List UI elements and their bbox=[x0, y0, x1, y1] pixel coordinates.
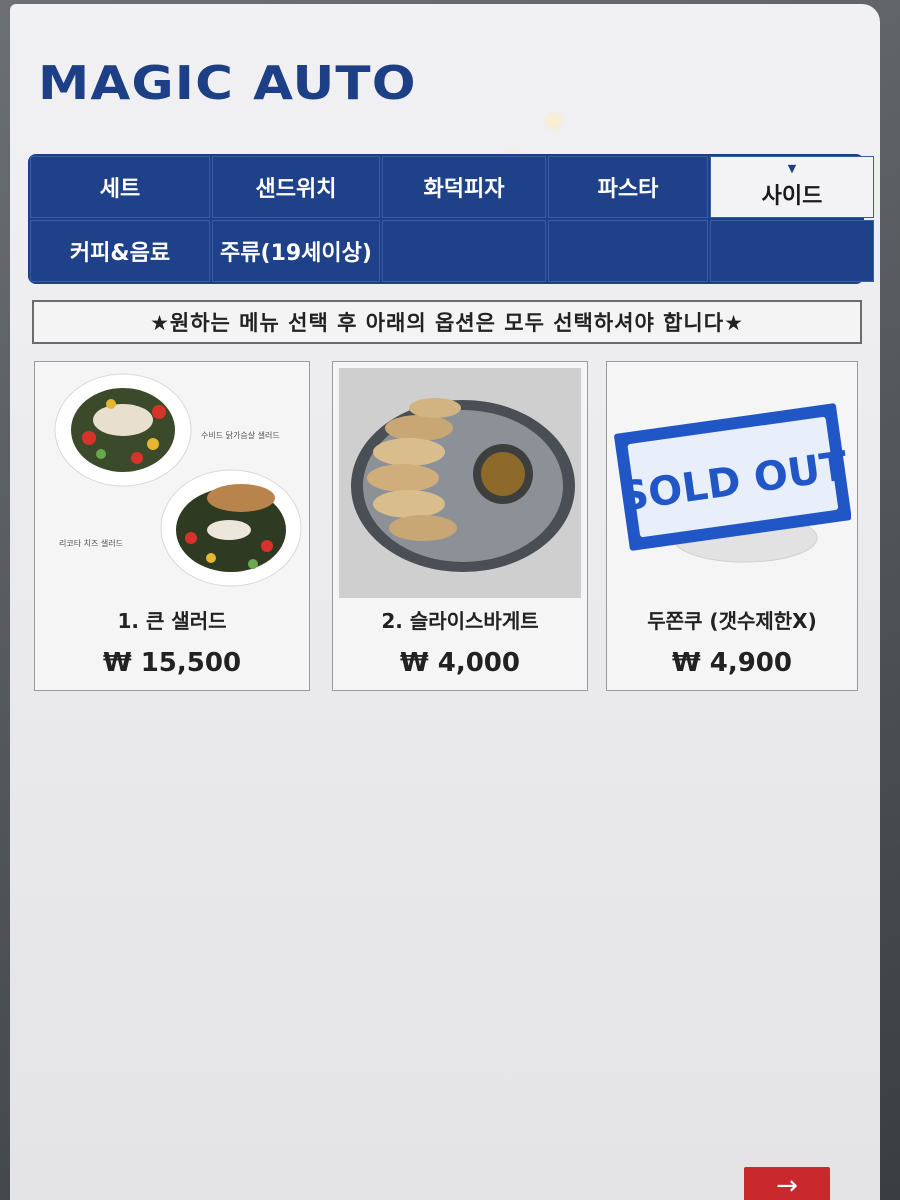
category-tabs: 세트 샌드위치 화덕피자 파스타 ▼ 사이드 커피&음료 주류(19세이상) bbox=[28, 154, 874, 284]
brand-logo: MAGIC AUTO bbox=[38, 56, 417, 110]
item-name: 2. 슬라이스바게트 bbox=[381, 609, 539, 633]
tab-sandwich[interactable]: 샌드위치 bbox=[212, 156, 380, 218]
tab-empty bbox=[548, 220, 708, 282]
menu-item-sliced-baguette[interactable]: 2. 슬라이스바게트 ₩ 4,000 bbox=[332, 361, 588, 691]
baguette-photo bbox=[339, 368, 581, 598]
menu-item-large-salad[interactable]: 수비드 닭가슴살 샐러드 리코타 치즈 샐러드 1. 큰 샐러드 ₩ 15,50… bbox=[34, 361, 310, 691]
tab-coffee-drinks[interactable]: 커피&음료 bbox=[30, 220, 210, 282]
item-price: ₩ 4,000 bbox=[400, 648, 520, 678]
item-price: ₩ 15,500 bbox=[102, 648, 242, 678]
tab-pasta[interactable]: 파스타 bbox=[548, 156, 708, 218]
item-price: ₩ 4,900 bbox=[672, 648, 792, 678]
tab-side[interactable]: ▼ 사이드 bbox=[710, 156, 874, 218]
next-arrow-button[interactable]: → bbox=[744, 1167, 830, 1200]
arrow-right-icon: → bbox=[776, 1170, 798, 1200]
item-name: 1. 큰 샐러드 bbox=[117, 609, 227, 633]
option-notice: ★원하는 메뉴 선택 후 아래의 옵션은 모두 선택하셔야 합니다★ bbox=[32, 300, 862, 344]
salad-caption-2: 리코타 치즈 샐러드 bbox=[59, 539, 123, 548]
selected-marker-icon: ▼ bbox=[787, 162, 797, 175]
tab-empty bbox=[382, 220, 546, 282]
dujjonku-photo: SOLD OUT bbox=[613, 368, 851, 598]
tab-side-label: 사이드 bbox=[761, 184, 823, 209]
menu-item-dujjonku[interactable]: SOLD OUT 두쫀쿠 (갯수제한X) ₩ 4,900 bbox=[606, 361, 858, 691]
sold-out-stamp: SOLD OUT bbox=[614, 403, 851, 551]
tab-alcohol[interactable]: 주류(19세이상) bbox=[212, 220, 380, 282]
tab-set[interactable]: 세트 bbox=[30, 156, 210, 218]
tab-oven-pizza[interactable]: 화덕피자 bbox=[382, 156, 546, 218]
salad-photo: 수비드 닭가슴살 샐러드 리코타 치즈 샐러드 bbox=[41, 368, 303, 598]
item-name: 두쫀쿠 (갯수제한X) bbox=[647, 609, 817, 633]
kiosk-screen: MAGIC AUTO 세트 샌드위치 화덕피자 파스타 ▼ 사이드 커피&음료 … bbox=[10, 4, 880, 1200]
salad-caption-1: 수비드 닭가슴살 샐러드 bbox=[201, 430, 280, 440]
tab-empty bbox=[710, 220, 874, 282]
light-glare bbox=[543, 110, 565, 132]
